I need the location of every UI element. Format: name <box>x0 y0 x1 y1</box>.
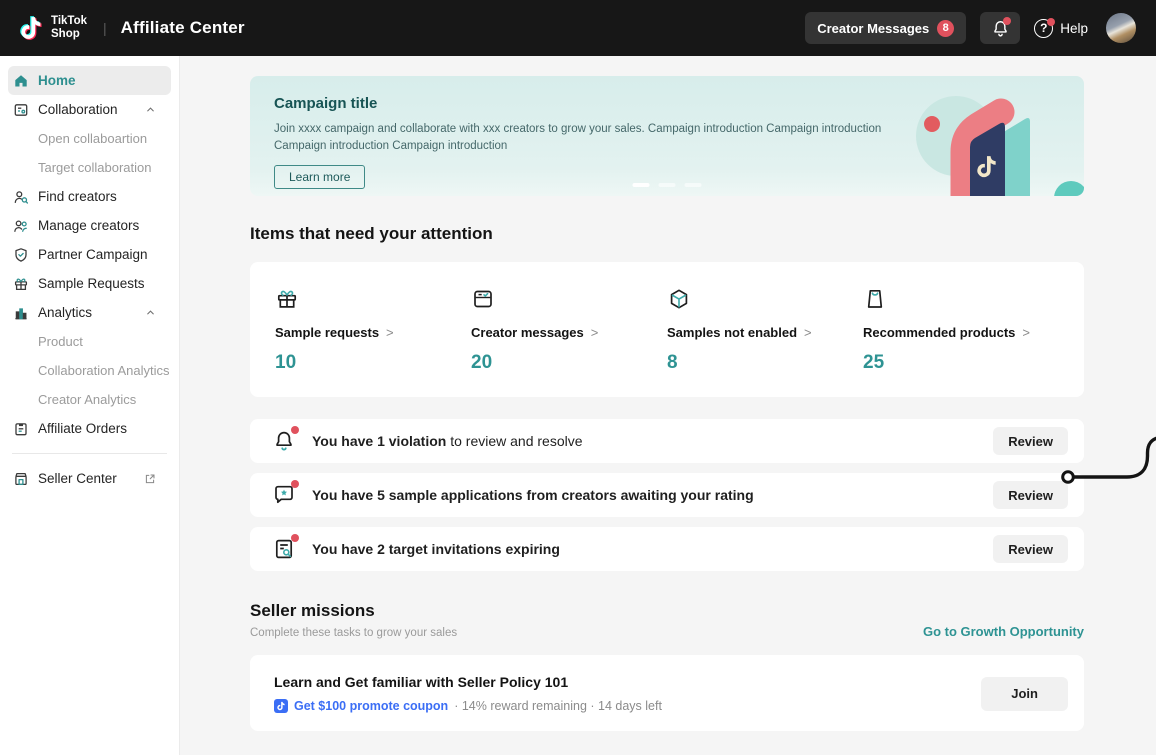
chevron-right-icon: > <box>1022 325 1030 340</box>
alerts-list: You have 1 violation to review and resol… <box>250 419 1084 571</box>
alert-text: You have 2 target invitations expiring <box>312 541 560 557</box>
shield-icon <box>13 247 29 263</box>
tiktok-shop-logo[interactable]: TikTok Shop <box>18 14 87 42</box>
sidebar-item-affiliate-orders[interactable]: Affiliate Orders <box>8 414 171 443</box>
collaboration-icon <box>13 102 29 118</box>
sidebar: Home Collaboration Open collaboartion Ta… <box>0 56 180 755</box>
sidebar-item-manage-creators[interactable]: Manage creators <box>8 211 171 240</box>
creator-messages-badge: 8 <box>937 20 954 37</box>
attention-stats-card: Sample requests> 10 Creator messages> 20… <box>250 262 1084 397</box>
find-creators-icon <box>13 189 29 205</box>
header-divider: | <box>103 20 107 36</box>
help-dot <box>1047 18 1055 26</box>
stat-recommended-products: Recommended products> 25 <box>863 287 1059 374</box>
coupon-icon <box>274 699 288 713</box>
carousel-dot-2[interactable] <box>659 183 676 187</box>
manage-creators-icon <box>13 218 29 234</box>
message-icon <box>471 287 495 311</box>
main-content: Campaign title Join xxxx campaign and co… <box>180 56 1156 755</box>
bag-icon <box>863 287 887 311</box>
stat-value: 25 <box>863 352 1059 374</box>
chevron-right-icon: > <box>591 325 599 340</box>
chat-star-icon <box>272 483 296 507</box>
gift-icon <box>275 287 299 311</box>
cube-icon <box>667 287 691 311</box>
store-icon <box>13 471 29 487</box>
mission-meta: · 14% reward remaining · 14 days left <box>454 699 662 713</box>
coupon-link[interactable]: Get $100 promote coupon <box>294 699 448 713</box>
learn-more-button[interactable]: Learn more <box>274 165 365 189</box>
alert-dot <box>291 534 299 542</box>
banner-description: Join xxxx campaign and collaborate with … <box>274 121 929 156</box>
alert-target-invitations: You have 2 target invitations expiring R… <box>250 527 1084 571</box>
home-icon <box>13 73 29 89</box>
question-icon: ? <box>1034 19 1053 38</box>
join-button[interactable]: Join <box>981 677 1068 711</box>
alert-sample-applications: You have 5 sample applications from crea… <box>250 473 1084 517</box>
brand-text: TikTok Shop <box>51 15 87 41</box>
sidebar-item-collaboration-analytics[interactable]: Collaboration Analytics <box>8 356 171 385</box>
attention-heading: Items that need your attention <box>250 224 1084 244</box>
sidebar-item-analytics[interactable]: Analytics <box>8 298 171 327</box>
clipboard-icon <box>13 421 29 437</box>
campaign-banner: Campaign title Join xxxx campaign and co… <box>250 76 1084 196</box>
sidebar-divider <box>12 453 167 454</box>
bell-icon <box>272 429 296 453</box>
sidebar-item-open-collaboration[interactable]: Open collaboartion <box>8 124 171 153</box>
stat-value: 20 <box>471 352 667 374</box>
chevron-up-icon <box>145 104 156 115</box>
stat-link[interactable]: Recommended products> <box>863 325 1059 340</box>
external-link-icon <box>144 473 156 485</box>
sidebar-item-sample-requests[interactable]: Sample Requests <box>8 269 171 298</box>
review-button[interactable]: Review <box>993 481 1068 509</box>
sidebar-item-target-collaboration[interactable]: Target collaboration <box>8 153 171 182</box>
chevron-right-icon: > <box>386 325 394 340</box>
growth-opportunity-link[interactable]: Go to Growth Opportunity <box>923 624 1084 639</box>
tiktok-note-icon <box>18 14 44 42</box>
stat-link[interactable]: Creator messages> <box>471 325 667 340</box>
sidebar-item-collaboration[interactable]: Collaboration <box>8 95 171 124</box>
notifications-button[interactable] <box>980 12 1020 44</box>
stat-creator-messages: Creator messages> 20 <box>471 287 667 374</box>
creator-messages-button[interactable]: Creator Messages 8 <box>805 12 966 44</box>
carousel-dot-1[interactable] <box>633 183 650 187</box>
top-header: TikTok Shop | Affiliate Center Creator M… <box>0 0 1156 56</box>
stat-samples-not-enabled: Samples not enabled> 8 <box>667 287 863 374</box>
missions-heading: Seller missions <box>250 601 457 621</box>
alert-dot <box>291 480 299 488</box>
page-title: Affiliate Center <box>121 18 245 38</box>
affiliate-center-page: TikTok Shop | Affiliate Center Creator M… <box>0 0 1156 755</box>
stat-link[interactable]: Sample requests> <box>275 325 471 340</box>
review-button[interactable]: Review <box>993 535 1068 563</box>
sidebar-item-seller-center[interactable]: Seller Center <box>8 464 171 493</box>
stat-sample-requests: Sample requests> 10 <box>275 287 471 374</box>
stat-value: 8 <box>667 352 863 374</box>
mission-title: Learn and Get familiar with Seller Polic… <box>274 674 662 690</box>
avatar[interactable] <box>1106 13 1136 43</box>
carousel-dots <box>633 183 702 187</box>
sidebar-item-creator-analytics[interactable]: Creator Analytics <box>8 385 171 414</box>
stat-link[interactable]: Samples not enabled> <box>667 325 863 340</box>
doc-search-icon <box>272 537 296 561</box>
missions-subheading: Complete these tasks to grow your sales <box>250 627 457 639</box>
banner-title: Campaign title <box>274 95 1084 112</box>
alert-violation: You have 1 violation to review and resol… <box>250 419 1084 463</box>
sidebar-item-partner-campaign[interactable]: Partner Campaign <box>8 240 171 269</box>
alert-text: You have 5 sample applications from crea… <box>312 487 754 503</box>
notification-dot <box>1003 17 1011 25</box>
sidebar-item-find-creators[interactable]: Find creators <box>8 182 171 211</box>
sidebar-item-product[interactable]: Product <box>8 327 171 356</box>
mission-card: Learn and Get familiar with Seller Polic… <box>250 655 1084 731</box>
analytics-icon <box>13 305 29 321</box>
review-button[interactable]: Review <box>993 427 1068 455</box>
alert-dot <box>291 426 299 434</box>
sidebar-item-home[interactable]: Home <box>8 66 171 95</box>
gift-icon <box>13 276 29 292</box>
alert-text: You have 1 violation to review and resol… <box>312 433 583 449</box>
chevron-right-icon: > <box>804 325 812 340</box>
carousel-dot-3[interactable] <box>685 183 702 187</box>
chevron-up-icon <box>145 307 156 318</box>
stat-value: 10 <box>275 352 471 374</box>
help-button[interactable]: ? Help <box>1034 19 1088 38</box>
